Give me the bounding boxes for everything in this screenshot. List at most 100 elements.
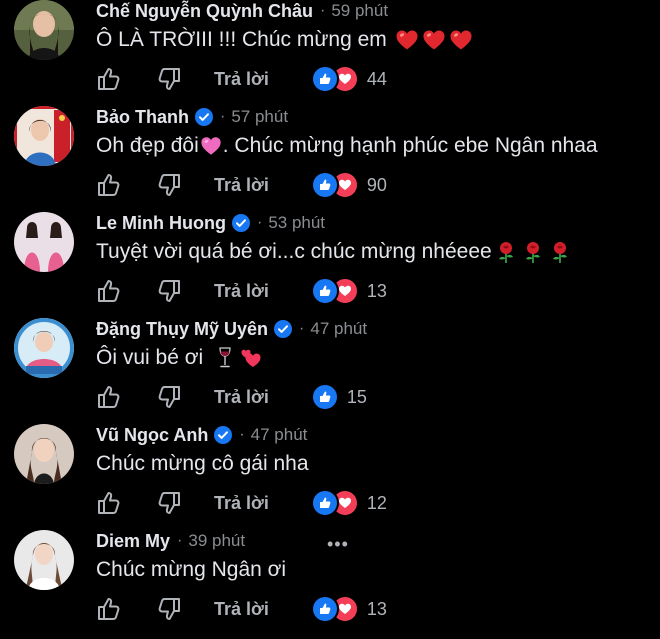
dislike-icon[interactable]: [156, 66, 182, 92]
comment-text: Oh đẹp đôi . Chúc mừng hạnh phúc ebe Ngâ…: [96, 134, 598, 158]
avatar[interactable]: [14, 530, 74, 590]
comment-text: Tuyệt vời quá bé ơi...c chúc mừng nhéeee: [96, 240, 572, 264]
reply-button[interactable]: Trả lời: [214, 493, 269, 514]
reply-button[interactable]: Trả lời: [214, 175, 269, 196]
dislike-icon[interactable]: [156, 384, 182, 410]
reaction-count: 12: [366, 492, 387, 513]
comment-header: Vũ Ngọc Anh · 47 phút: [96, 424, 307, 446]
separator-dot: ·: [177, 532, 183, 549]
comment-actions: Trả lời 44: [96, 64, 387, 94]
reply-button[interactable]: Trả lời: [214, 599, 269, 620]
separator-dot: ·: [220, 108, 226, 125]
author-name[interactable]: Đặng Thụy Mỹ Uyên: [96, 319, 268, 340]
like-icon[interactable]: [96, 172, 122, 198]
like-reaction-icon: [310, 277, 339, 305]
like-icon[interactable]: [96, 384, 122, 410]
like-reaction-icon: [310, 383, 339, 411]
author-name[interactable]: Vũ Ngọc Anh: [96, 425, 208, 446]
separator-dot: ·: [299, 320, 305, 337]
verified-badge-icon: [214, 426, 232, 444]
comment-actions: Trả lời 15: [96, 382, 367, 412]
wine-glass-icon: [213, 346, 237, 370]
like-icon[interactable]: [96, 66, 122, 92]
verified-badge-icon: [274, 320, 292, 338]
like-icon[interactable]: [96, 596, 122, 622]
like-reaction-icon: [310, 595, 339, 623]
two-hearts-icon: [239, 346, 263, 370]
comment-time[interactable]: 59 phút: [331, 1, 388, 21]
red-heart-icon: [449, 28, 473, 52]
reaction-count: 44: [366, 68, 387, 89]
rose-icon: [521, 240, 545, 264]
dislike-icon[interactable]: [156, 490, 182, 516]
comment-time[interactable]: 57 phút: [231, 107, 288, 127]
comment-text: Ôi vui bé ơi: [96, 346, 263, 370]
comment-body: Oh đẹp đôi: [96, 134, 199, 157]
author-name[interactable]: Diem My: [96, 531, 170, 552]
comment-actions: Trả lời 13: [96, 276, 387, 306]
comment-text: Ô LÀ TRỜIII !!! Chúc mừng em: [96, 28, 473, 52]
comment-header: Đặng Thụy Mỹ Uyên · 47 phút: [96, 318, 367, 340]
avatar[interactable]: [14, 106, 74, 166]
author-name[interactable]: Bảo Thanh: [96, 107, 189, 128]
comment-actions: Trả lời 13: [96, 594, 387, 624]
reaction-summary[interactable]: 13: [310, 277, 387, 305]
comment-item: Chế Nguyễn Quỳnh Châu · 59 phút Ô LÀ TRỜ…: [0, 0, 660, 106]
reply-button[interactable]: Trả lời: [214, 281, 269, 302]
red-heart-icon: [395, 28, 419, 52]
rose-icon: [494, 240, 518, 264]
like-icon[interactable]: [96, 490, 122, 516]
reaction-count: 90: [366, 174, 387, 195]
red-heart-icon: [422, 28, 446, 52]
comment-item: Vũ Ngọc Anh · 47 phút Chúc mừng cô gái n…: [0, 424, 660, 530]
reaction-count: 13: [366, 280, 387, 301]
reaction-count: 15: [346, 386, 367, 407]
comment-time[interactable]: 39 phút: [188, 531, 245, 551]
avatar[interactable]: [14, 212, 74, 272]
comment-header: Diem My · 39 phút: [96, 530, 245, 552]
avatar[interactable]: [14, 318, 74, 378]
reaction-summary[interactable]: 13: [310, 595, 387, 623]
comment-header: Bảo Thanh · 57 phút: [96, 106, 288, 128]
avatar[interactable]: [14, 424, 74, 484]
like-reaction-icon: [310, 65, 339, 93]
comment-text: Chúc mừng Ngân ơi: [96, 558, 286, 582]
like-reaction-icon: [310, 171, 339, 199]
comment-body: Ôi vui bé ơi: [96, 346, 204, 369]
comment-body: Chúc mừng Ngân ơi: [96, 558, 287, 581]
more-options-button[interactable]: •••: [327, 534, 349, 555]
author-name[interactable]: Chế Nguyễn Quỳnh Châu: [96, 1, 313, 22]
reaction-summary[interactable]: 12: [310, 489, 387, 517]
separator-dot: ·: [256, 214, 263, 231]
dislike-icon[interactable]: [156, 278, 182, 304]
comment-item: Đặng Thụy Mỹ Uyên · 47 phút Ôi vui bé ơi…: [0, 318, 660, 424]
comment-header: Le Minh Huong · 53 phút: [96, 212, 325, 234]
comment-time[interactable]: 47 phút: [251, 425, 308, 445]
verified-badge-icon: [195, 108, 213, 126]
like-reaction-icon: [310, 489, 339, 517]
reaction-summary[interactable]: 44: [310, 65, 387, 93]
comment-body: Tuyệt vời quá bé ơi...c chúc mừng nhéeee: [96, 240, 492, 263]
comment-actions: Trả lời 12: [96, 488, 387, 518]
comment-item: Le Minh Huong · 53 phút Tuyệt vời quá bé…: [0, 212, 660, 318]
comment-time[interactable]: 47 phút: [310, 319, 367, 339]
reaction-count: 13: [366, 598, 387, 619]
comment-body: Chúc mừng cô gái nha: [96, 452, 309, 475]
comment-time[interactable]: 53 phút: [268, 213, 325, 233]
dislike-icon[interactable]: [156, 172, 182, 198]
avatar[interactable]: [14, 0, 74, 60]
dislike-icon[interactable]: [156, 596, 182, 622]
reply-button[interactable]: Trả lời: [214, 69, 269, 90]
author-name[interactable]: Le Minh Huong: [96, 213, 226, 234]
reply-button[interactable]: Trả lời: [214, 387, 269, 408]
rose-icon: [548, 240, 572, 264]
separator-dot: ·: [239, 426, 245, 443]
reaction-summary[interactable]: 15: [310, 383, 367, 411]
verified-badge-icon: [232, 214, 250, 232]
comment-body-continued: . Chúc mừng hạnh phúc ebe Ngân nhaa: [222, 134, 598, 157]
comment-item: Diem My · 39 phút ••• Chúc mừng Ngân ơi …: [0, 530, 660, 636]
like-icon[interactable]: [96, 278, 122, 304]
comment-body: Ô LÀ TRỜIII !!! Chúc mừng em: [96, 28, 387, 51]
comment-header: Chế Nguyễn Quỳnh Châu · 59 phút: [96, 0, 388, 22]
reaction-summary[interactable]: 90: [310, 171, 387, 199]
